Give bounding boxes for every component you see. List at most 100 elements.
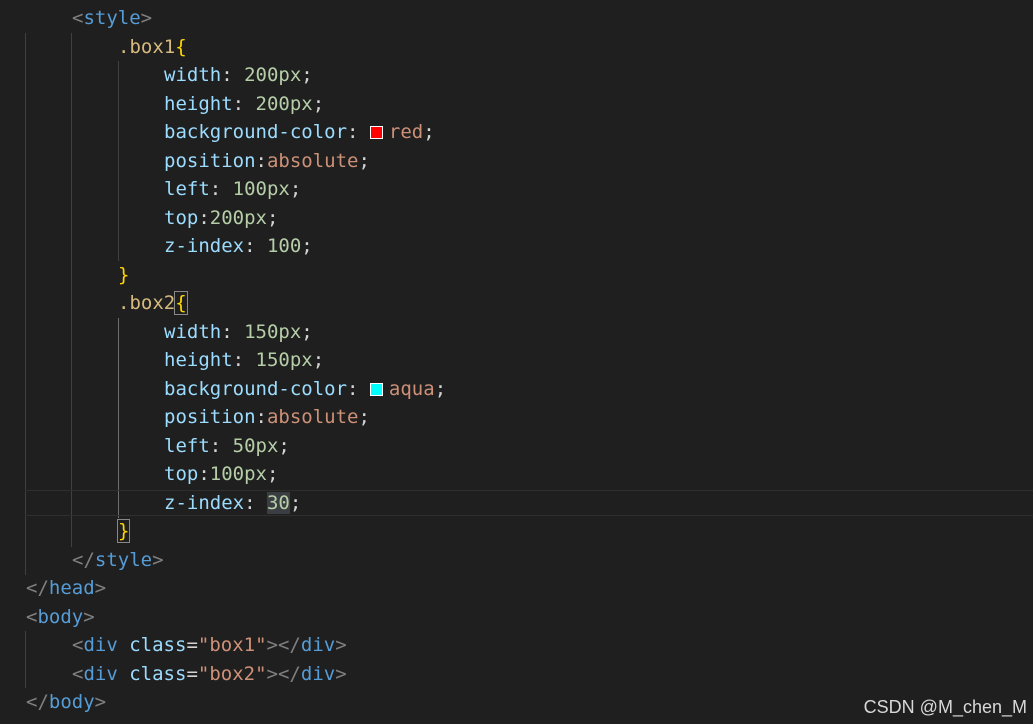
css-semicolon: ; — [266, 207, 279, 229]
code-editor[interactable]: <style> .box1{ width: 200px; height: 200… — [0, 0, 1033, 724]
indent-guide — [71, 33, 72, 547]
css-colon: : — [221, 321, 245, 343]
css-colon: : — [232, 349, 256, 371]
tag-bracket: </ — [26, 577, 49, 599]
css-brace: } — [118, 264, 130, 286]
css-semicolon: ; — [358, 406, 370, 428]
css-property: top — [164, 207, 199, 229]
css-value: 150px — [244, 321, 302, 343]
tag-bracket: > — [266, 663, 278, 685]
tag-name: head — [48, 577, 95, 599]
css-colon: : — [347, 378, 370, 400]
css-colon: : — [244, 235, 267, 257]
css-semicolon: ; — [358, 150, 370, 172]
css-semicolon: ; — [312, 93, 325, 115]
css-colon: : — [255, 150, 267, 172]
css-semicolon: ; — [301, 321, 313, 343]
watermark: CSDN @M_chen_M — [863, 697, 1027, 717]
css-property: left — [164, 435, 210, 457]
css-property: background-color — [164, 378, 348, 400]
tag-bracket: > — [140, 7, 153, 29]
code-line: } — [118, 261, 129, 289]
code-line: <style> — [72, 4, 152, 32]
css-brace-matched: { — [174, 291, 188, 315]
css-value: 100px — [232, 178, 290, 200]
css-semicolon: ; — [423, 121, 435, 143]
css-value: 200px — [244, 64, 302, 86]
css-colon: : — [209, 435, 233, 457]
css-property: width — [164, 321, 222, 343]
attr-name: class — [129, 634, 187, 656]
css-property: left — [164, 178, 210, 200]
tag-bracket: </ — [26, 691, 49, 713]
css-selector: .box1 — [118, 36, 176, 58]
css-semicolon: ; — [278, 435, 290, 457]
css-property: position — [164, 150, 256, 172]
tag-bracket: < — [72, 634, 84, 656]
css-brace-matched: } — [116, 519, 131, 543]
code-line: position:absolute; — [164, 147, 370, 175]
css-property: top — [164, 463, 199, 485]
css-semicolon: ; — [289, 492, 302, 514]
css-value: 100 — [266, 235, 302, 257]
css-value: absolute — [266, 150, 359, 172]
code-line: top:200px; — [164, 204, 278, 232]
css-colon: : — [244, 492, 267, 514]
code-line: .box2{ — [118, 289, 188, 317]
css-colon: : — [347, 121, 370, 143]
indent-guide-active — [118, 318, 119, 518]
indent-guide — [25, 631, 26, 688]
code-line: .box1{ — [118, 33, 187, 61]
color-swatch-aqua[interactable] — [369, 383, 383, 396]
css-semicolon: ; — [266, 463, 279, 485]
tag-bracket: </ — [277, 663, 301, 685]
css-semicolon: ; — [289, 178, 302, 200]
css-colon: : — [209, 178, 233, 200]
css-selector: .box2 — [118, 292, 176, 314]
code-line: top:100px; — [164, 460, 278, 488]
css-value: 200px — [209, 207, 267, 229]
css-brace: { — [175, 36, 187, 58]
css-colon: : — [255, 406, 267, 428]
attr-value: "box2" — [197, 663, 267, 685]
css-property: height — [164, 93, 233, 115]
code-line: height: 150px; — [164, 346, 324, 374]
css-semicolon: ; — [434, 378, 447, 400]
code-line: position:absolute; — [164, 403, 370, 431]
code-line: background-color: red; — [164, 118, 435, 146]
code-line: z-index: 100; — [164, 232, 313, 260]
code-line: <div class="box2"></div> — [72, 660, 347, 688]
css-value: absolute — [266, 406, 359, 428]
tag-bracket: > — [83, 606, 95, 628]
tag-bracket: < — [72, 663, 84, 685]
css-semicolon: ; — [301, 64, 313, 86]
tag-bracket: </ — [277, 634, 301, 656]
tag-bracket: > — [94, 691, 107, 713]
code-line: width: 150px; — [164, 318, 313, 346]
css-property: height — [164, 349, 233, 371]
css-colon: : — [198, 207, 210, 229]
css-value: 150px — [255, 349, 313, 371]
tag-bracket: < — [72, 7, 84, 29]
code-line: width: 200px; — [164, 61, 313, 89]
css-value: 200px — [255, 93, 313, 115]
color-swatch-red[interactable] — [369, 126, 383, 139]
attr-value: "box1" — [197, 634, 267, 656]
css-colon: : — [198, 463, 210, 485]
css-value-selected[interactable]: 30 — [266, 492, 290, 514]
attr-equals: = — [186, 634, 198, 656]
tag-name: div — [300, 634, 336, 656]
code-line: <body> — [26, 603, 95, 631]
code-line-current[interactable]: z-index: 30; — [164, 489, 301, 517]
code-line: height: 200px; — [164, 90, 324, 118]
code-line: background-color: aqua; — [164, 375, 446, 403]
css-colon: : — [232, 93, 256, 115]
indent-guide — [118, 61, 119, 261]
code-line: </style> — [72, 546, 164, 574]
css-semicolon: ; — [312, 349, 325, 371]
tag-bracket: > — [152, 549, 164, 571]
code-line: </body> — [26, 688, 106, 716]
css-value: aqua — [388, 378, 435, 400]
tag-bracket: </ — [72, 549, 95, 571]
css-property: width — [164, 64, 222, 86]
